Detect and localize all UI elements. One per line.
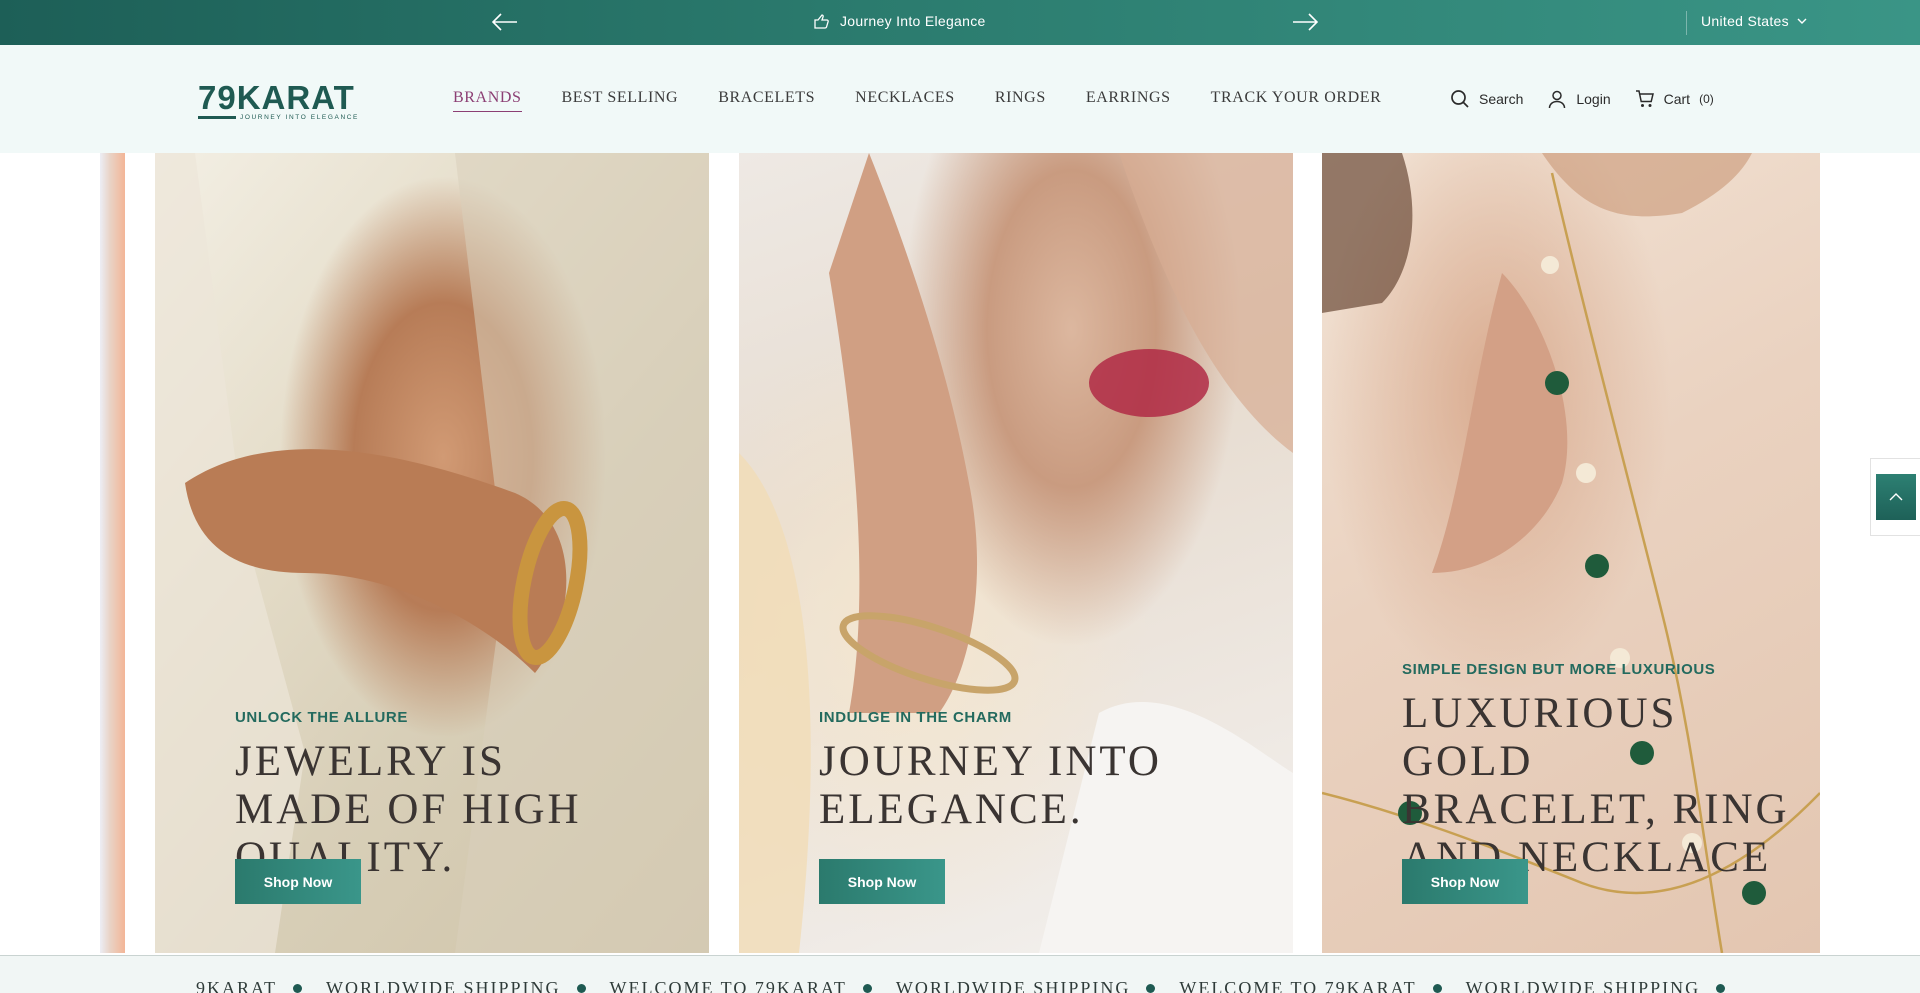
marquee-track: 9KARAT WORLDWIDE SHIPPING WELCOME TO 79K… [196, 978, 1749, 993]
chevron-up-icon [1889, 493, 1903, 501]
site-header: 79KARAT JOURNEY INTO ELEGANCE BRANDS BES… [0, 45, 1920, 153]
cart-count: (0) [1699, 92, 1714, 106]
marquee-item: WORLDWIDE SHIPPING [895, 978, 1131, 993]
slide-2-eyebrow: INDULGE IN THE CHARM [819, 709, 1012, 726]
slide-1-shop-now-button[interactable]: Shop Now [235, 859, 361, 904]
logo-underline [198, 116, 236, 119]
user-icon [1549, 90, 1566, 109]
marquee-item: WELCOME TO 79KARAT [609, 978, 847, 993]
slide-2-caption: INDULGE IN THE CHARM JOURNEY INTO ELEGAN… [819, 709, 1229, 834]
previous-slide-peek[interactable] [100, 153, 125, 953]
previous-announcement-button[interactable] [490, 8, 520, 36]
slide-3-headline: LUXURIOUS GOLD BRACELET, RING AND NECKLA… [1402, 690, 1790, 881]
marquee-item: WELCOME TO 79KARAT [1179, 978, 1417, 993]
slide-3-shop-now-button[interactable]: Shop Now [1402, 859, 1528, 904]
nav-brands[interactable]: BRANDS [453, 89, 522, 112]
nav-best-selling[interactable]: BEST SELLING [562, 89, 679, 112]
marquee-dot [576, 984, 586, 993]
hero-slide-3: SIMPLE DESIGN BUT MORE LUXURIOUS LUXURIO… [1322, 153, 1820, 953]
hero-slide-2: INDULGE IN THE CHARM JOURNEY INTO ELEGAN… [739, 153, 1293, 953]
slide-1-eyebrow: UNLOCK THE ALLURE [235, 709, 408, 726]
nav-earrings[interactable]: EARRINGS [1086, 89, 1171, 112]
next-announcement-button[interactable] [1290, 8, 1320, 36]
logo-wordmark: 79KARAT [198, 79, 355, 116]
marquee-dot [1146, 984, 1156, 993]
arrow-right-icon [1293, 13, 1318, 31]
announcement: Journey Into Elegance [812, 12, 986, 30]
nav-rings[interactable]: RINGS [995, 89, 1046, 112]
marquee-item: WORLDWIDE SHIPPING [326, 978, 561, 993]
back-to-top-container [1870, 458, 1920, 536]
nav-necklaces[interactable]: NECKLACES [855, 89, 955, 112]
slide-2-headline: JOURNEY INTO ELEGANCE. [819, 738, 1162, 833]
login-label: Login [1576, 91, 1611, 107]
hero-slide-1: UNLOCK THE ALLURE JEWELRY IS MADE OF HIG… [155, 153, 709, 953]
country-label: United States [1701, 13, 1789, 29]
header-utilities: Search Login Cart (0) [1450, 89, 1714, 109]
announcement-text: Journey Into Elegance [840, 13, 986, 29]
country-selector[interactable]: United States [1701, 13, 1807, 29]
slide-3-caption: SIMPLE DESIGN BUT MORE LUXURIOUS LUXURIO… [1402, 661, 1802, 882]
chevron-down-icon [1797, 18, 1807, 24]
marquee-item: 9KARAT [196, 978, 278, 993]
slide-2-shop-now-button[interactable]: Shop Now [819, 859, 945, 904]
marquee-dot [862, 984, 872, 993]
nav-track-your-order[interactable]: TRACK YOUR ORDER [1211, 89, 1382, 112]
hand-pointing-icon [814, 14, 829, 29]
announcement-bar: Journey Into Elegance United States [0, 0, 1920, 45]
marquee-dot [1716, 984, 1726, 993]
login-button[interactable]: Login [1547, 89, 1611, 109]
slide-3-eyebrow: SIMPLE DESIGN BUT MORE LUXURIOUS [1402, 661, 1716, 678]
search-button[interactable]: Search [1450, 89, 1523, 109]
slide-1-caption: UNLOCK THE ALLURE JEWELRY IS MADE OF HIG… [235, 709, 645, 882]
arrow-left-icon [492, 13, 517, 31]
cart-button[interactable]: Cart (0) [1635, 89, 1714, 109]
cart-icon [1635, 90, 1654, 107]
marquee-item: WORLDWIDE SHIPPING [1465, 978, 1701, 993]
marquee-strip: 9KARAT WORLDWIDE SHIPPING WELCOME TO 79K… [0, 955, 1920, 993]
nav-bracelets[interactable]: BRACELETS [718, 89, 815, 112]
main-nav: BRANDS BEST SELLING BRACELETS NECKLACES … [453, 89, 1381, 112]
logo[interactable]: 79KARAT JOURNEY INTO ELEGANCE [198, 79, 362, 123]
back-to-top-button[interactable] [1876, 474, 1916, 520]
topbar-divider [1686, 11, 1687, 35]
search-label: Search [1479, 91, 1524, 107]
hero-carousel: UNLOCK THE ALLURE JEWELRY IS MADE OF HIG… [0, 153, 1920, 953]
marquee-dot [293, 984, 303, 993]
search-icon [1451, 90, 1469, 108]
cart-label: Cart [1663, 91, 1691, 107]
marquee-dot [1432, 984, 1442, 993]
logo-tagline: JOURNEY INTO ELEGANCE [240, 114, 359, 121]
